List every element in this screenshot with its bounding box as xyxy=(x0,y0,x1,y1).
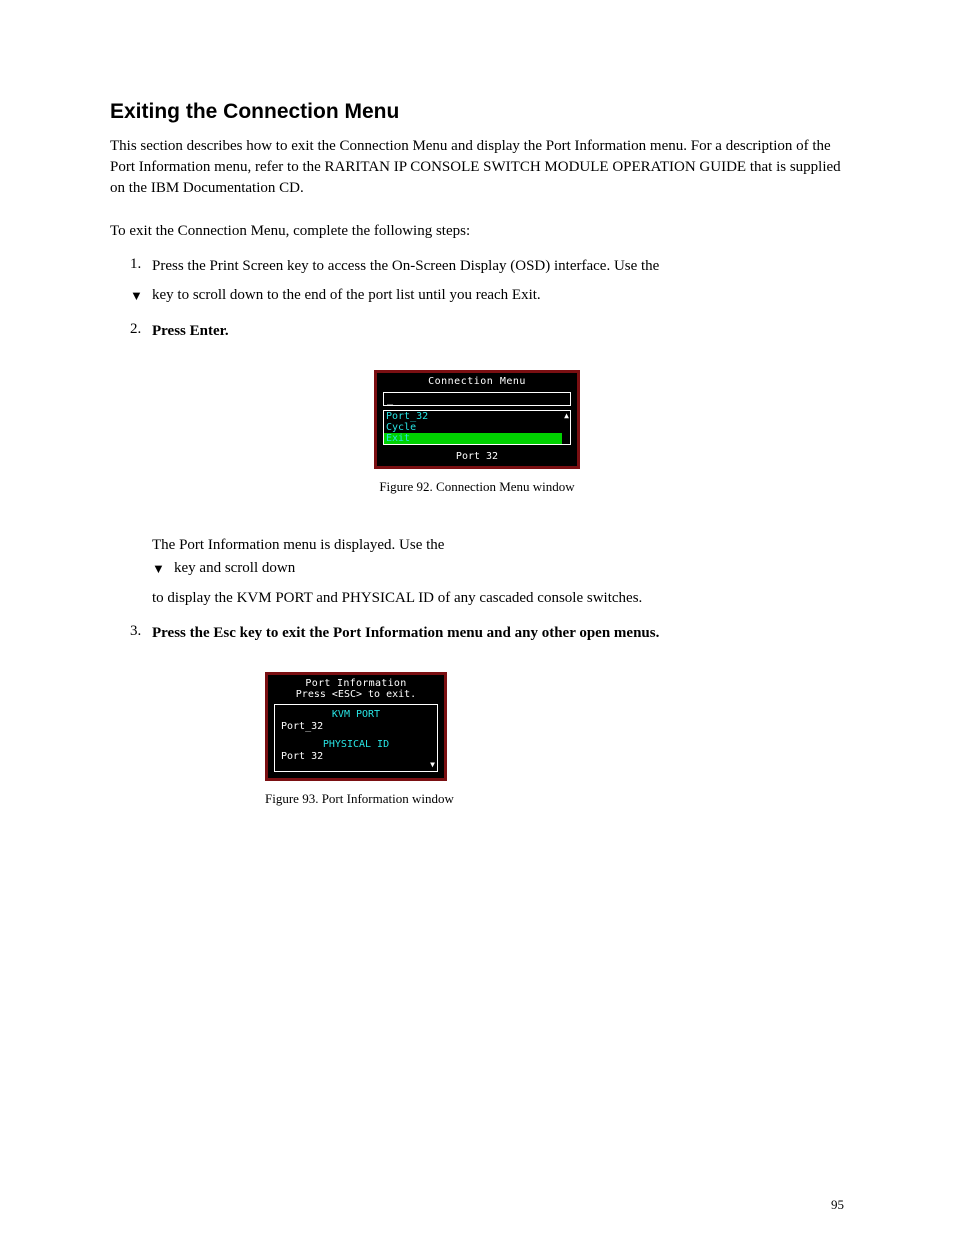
step-2b: The Port Information menu is displayed. … xyxy=(152,535,844,609)
figure-92-caption: Figure 92. Connection Menu window xyxy=(110,479,844,495)
list-item[interactable]: Port_32 xyxy=(384,411,562,422)
kvm-port-label: KVM PORT xyxy=(279,709,433,721)
down-arrow-icon: ▼ xyxy=(130,285,152,307)
step-3-text-tail: key and scroll down xyxy=(174,558,844,579)
port-info-title: Port Information xyxy=(268,675,444,689)
connection-menu-search-field[interactable]: _ xyxy=(383,392,571,406)
step-2-text: Press Enter. xyxy=(152,321,844,342)
figure-92: Connection Menu _ ▲ Port_32 Cycle Exit P… xyxy=(110,370,844,469)
page-number: 95 xyxy=(831,1197,844,1213)
scroll-up-icon[interactable]: ▲ xyxy=(564,412,569,420)
step-3-text: Press the Esc key to exit the Port Infor… xyxy=(152,623,844,644)
step-3: 3. Press the Esc key to exit the Port In… xyxy=(130,623,844,644)
connection-menu-osd: Connection Menu _ ▲ Port_32 Cycle Exit P… xyxy=(374,370,580,469)
intro-text: This section describes how to exit the C… xyxy=(110,136,844,199)
physical-id-value: Port 32 xyxy=(279,751,433,763)
section-title: Exiting the Connection Menu xyxy=(110,100,844,124)
step-2-number: 2. xyxy=(130,321,152,338)
port-info-subtitle: Press <ESC> to exit. xyxy=(268,689,444,702)
scroll-down-icon[interactable]: ▼ xyxy=(430,761,435,769)
step-3-text-b: to display the KVM PORT and PHYSICAL ID … xyxy=(152,588,844,609)
step-1-text-b: key to scroll down to the end of the por… xyxy=(152,285,844,306)
physical-id-label: PHYSICAL ID xyxy=(279,739,433,751)
step-2: 2. Press Enter. xyxy=(130,321,844,342)
page: Exiting the Connection Menu This section… xyxy=(0,0,954,1235)
port-info-body: KVM PORT Port_32 PHYSICAL ID Port 32 ▼ xyxy=(274,704,438,772)
connection-menu-port-list[interactable]: ▲ Port_32 Cycle Exit xyxy=(383,410,571,445)
figure-93: Port Information Press <ESC> to exit. KV… xyxy=(265,672,844,781)
connection-menu-title: Connection Menu xyxy=(377,373,577,390)
step-1-number: 1. xyxy=(130,256,152,273)
kvm-port-value: Port_32 xyxy=(279,721,433,733)
list-item-selected[interactable]: Exit xyxy=(384,433,562,444)
port-info-osd: Port Information Press <ESC> to exit. KV… xyxy=(265,672,447,781)
steps-lead-in: To exit the Connection Menu, complete th… xyxy=(110,221,844,242)
down-arrow-icon: ▼ xyxy=(152,558,174,580)
figure-93-caption: Figure 93. Port Information window xyxy=(265,791,844,807)
connection-menu-footer: Port 32 xyxy=(377,449,577,466)
step-3-text-a: The Port Information menu is displayed. … xyxy=(152,537,444,553)
step-1: 1. Press the Print Screen key to access … xyxy=(130,256,844,307)
list-item[interactable]: Cycle xyxy=(384,422,562,433)
step-3-number: 3. xyxy=(130,623,152,640)
step-1-text-a: Press the Print Screen key to access the… xyxy=(152,256,844,277)
